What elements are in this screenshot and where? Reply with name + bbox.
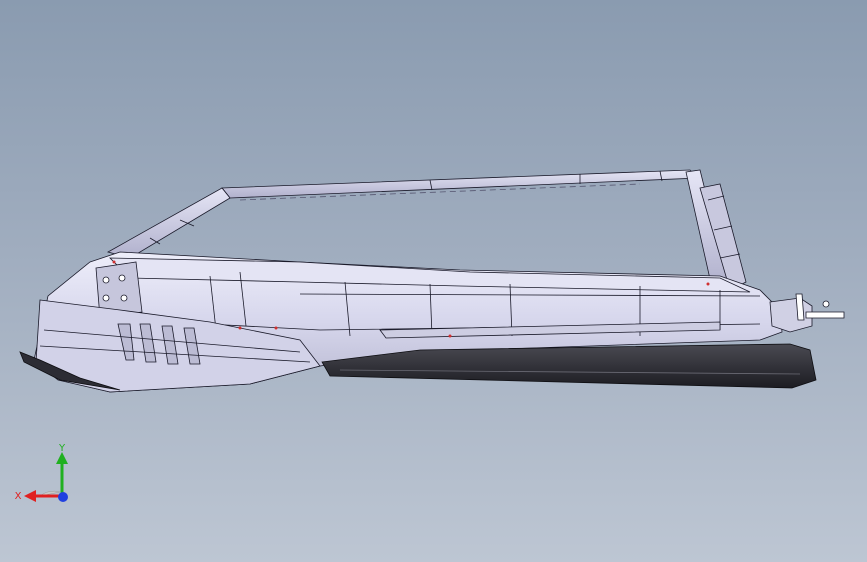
y-axis-label: Y (58, 443, 66, 454)
coordinate-triad: Y X (15, 443, 68, 502)
x-axis-label: X (15, 491, 22, 502)
x-axis-arrowhead (24, 490, 36, 502)
z-axis-dot (58, 492, 68, 502)
car-door-frame-model[interactable] (0, 0, 867, 562)
graphics-viewport[interactable]: Y X (0, 0, 867, 562)
